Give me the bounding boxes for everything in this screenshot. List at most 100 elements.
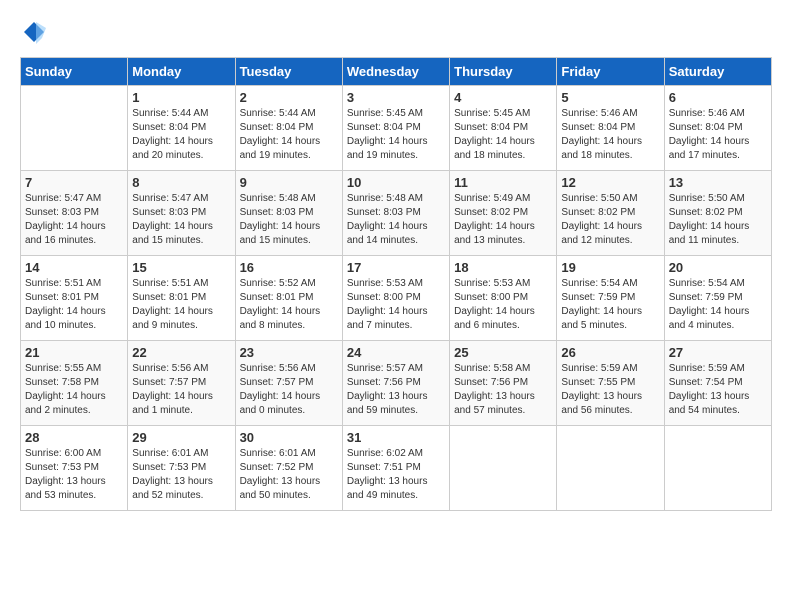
calendar-cell: 4Sunrise: 5:45 AM Sunset: 8:04 PM Daylig… <box>450 86 557 171</box>
day-number: 15 <box>132 260 230 275</box>
calendar-cell: 27 Sunrise: 5:59 AM Sunset: 7:54 PM Dayli… <box>664 341 771 426</box>
calendar-cell: 16 Sunrise: 5:52 AM Sunset: 8:01 PM Dayli… <box>235 256 342 341</box>
cell-content: Sunrise: 5:48 AM Sunset: 8:03 PM Dayligh… <box>240 192 338 248</box>
calendar-body: 1 Sunrise: 5:44 AM Sunset: 8:04 PM Daylig… <box>21 86 772 511</box>
day-number: 18 <box>454 260 552 275</box>
day-number: 26 <box>561 345 659 360</box>
calendar-cell: 20Sunrise: 5:54 AM Sunset: 7:59 PM Dayli… <box>664 256 771 341</box>
calendar-cell: 12 Sunrise: 5:50 AM Sunset: 8:02 PM Dayli… <box>557 171 664 256</box>
calendar-cell: 3 Sunrise: 5:45 AM Sunset: 8:04 PM Daylig… <box>342 86 449 171</box>
day-number: 3 <box>347 90 445 105</box>
calendar-cell: 23 Sunrise: 5:56 AM Sunset: 7:57 PM Dayli… <box>235 341 342 426</box>
calendar-cell: 8 Sunrise: 5:47 AM Sunset: 8:03 PM Daylig… <box>128 171 235 256</box>
day-number: 20 <box>669 260 767 275</box>
cell-content: Sunrise: 5:57 AM Sunset: 7:56 PM Dayligh… <box>347 362 445 418</box>
page-header <box>20 20 772 49</box>
cell-content: Sunrise: 5:47 AM Sunset: 8:03 PM Dayligh… <box>25 192 123 248</box>
week-row-2: 7 Sunrise: 5:47 AM Sunset: 8:03 PM Daylig… <box>21 171 772 256</box>
calendar-cell: 31 Sunrise: 6:02 AM Sunset: 7:51 PM Dayli… <box>342 426 449 511</box>
calendar-cell: 26 Sunrise: 5:59 AM Sunset: 7:55 PM Dayli… <box>557 341 664 426</box>
calendar-cell: 11 Sunrise: 5:49 AM Sunset: 8:02 PM Dayli… <box>450 171 557 256</box>
day-number: 1 <box>132 90 230 105</box>
day-number: 8 <box>132 175 230 190</box>
day-number: 14 <box>25 260 123 275</box>
calendar-cell: 28 Sunrise: 6:00 AM Sunset: 7:53 PM Dayli… <box>21 426 128 511</box>
cell-content: Sunrise: 5:45 AM Sunset: 8:04 PM Dayligh… <box>454 107 552 163</box>
calendar-cell: 1 Sunrise: 5:44 AM Sunset: 8:04 PM Daylig… <box>128 86 235 171</box>
cell-content: Sunrise: 5:48 AM Sunset: 8:03 PM Dayligh… <box>347 192 445 248</box>
day-number: 16 <box>240 260 338 275</box>
calendar-cell: 10 Sunrise: 5:48 AM Sunset: 8:03 PM Dayli… <box>342 171 449 256</box>
calendar-cell: 14 Sunrise: 5:51 AM Sunset: 8:01 PM Dayli… <box>21 256 128 341</box>
day-number: 11 <box>454 175 552 190</box>
cell-content: Sunrise: 5:52 AM Sunset: 8:01 PM Dayligh… <box>240 277 338 333</box>
calendar-cell: 19Sunrise: 5:54 AM Sunset: 7:59 PM Dayli… <box>557 256 664 341</box>
calendar-cell <box>21 86 128 171</box>
calendar-cell <box>664 426 771 511</box>
calendar-cell: 17Sunrise: 5:53 AM Sunset: 8:00 PM Dayli… <box>342 256 449 341</box>
day-header-saturday: Saturday <box>664 58 771 86</box>
cell-content: Sunrise: 5:45 AM Sunset: 8:04 PM Dayligh… <box>347 107 445 163</box>
cell-content: Sunrise: 5:59 AM Sunset: 7:54 PM Dayligh… <box>669 362 767 418</box>
day-header-monday: Monday <box>128 58 235 86</box>
day-number: 30 <box>240 430 338 445</box>
calendar-cell: 6Sunrise: 5:46 AM Sunset: 8:04 PM Daylig… <box>664 86 771 171</box>
cell-content: Sunrise: 5:51 AM Sunset: 8:01 PM Dayligh… <box>132 277 230 333</box>
calendar-cell: 15 Sunrise: 5:51 AM Sunset: 8:01 PM Dayli… <box>128 256 235 341</box>
day-number: 7 <box>25 175 123 190</box>
cell-content: Sunrise: 5:47 AM Sunset: 8:03 PM Dayligh… <box>132 192 230 248</box>
calendar-cell: 18 Sunrise: 5:53 AM Sunset: 8:00 PM Dayli… <box>450 256 557 341</box>
cell-content: Sunrise: 5:46 AM Sunset: 8:04 PM Dayligh… <box>561 107 659 163</box>
calendar-cell: 9Sunrise: 5:48 AM Sunset: 8:03 PM Daylig… <box>235 171 342 256</box>
cell-content: Sunrise: 5:58 AM Sunset: 7:56 PM Dayligh… <box>454 362 552 418</box>
day-number: 5 <box>561 90 659 105</box>
calendar-cell <box>557 426 664 511</box>
calendar-cell: 2 Sunrise: 5:44 AM Sunset: 8:04 PM Daylig… <box>235 86 342 171</box>
logo <box>20 20 46 49</box>
day-header-thursday: Thursday <box>450 58 557 86</box>
day-header-tuesday: Tuesday <box>235 58 342 86</box>
day-number: 13 <box>669 175 767 190</box>
cell-content: Sunrise: 5:51 AM Sunset: 8:01 PM Dayligh… <box>25 277 123 333</box>
logo-icon <box>22 20 46 44</box>
header-row: SundayMondayTuesdayWednesdayThursdayFrid… <box>21 58 772 86</box>
calendar-cell: 29Sunrise: 6:01 AM Sunset: 7:53 PM Dayli… <box>128 426 235 511</box>
day-number: 2 <box>240 90 338 105</box>
cell-content: Sunrise: 5:59 AM Sunset: 7:55 PM Dayligh… <box>561 362 659 418</box>
cell-content: Sunrise: 5:56 AM Sunset: 7:57 PM Dayligh… <box>132 362 230 418</box>
calendar-cell: 5 Sunrise: 5:46 AM Sunset: 8:04 PM Daylig… <box>557 86 664 171</box>
day-number: 12 <box>561 175 659 190</box>
day-number: 23 <box>240 345 338 360</box>
day-header-sunday: Sunday <box>21 58 128 86</box>
calendar-cell: 7 Sunrise: 5:47 AM Sunset: 8:03 PM Daylig… <box>21 171 128 256</box>
cell-content: Sunrise: 6:01 AM Sunset: 7:52 PM Dayligh… <box>240 447 338 503</box>
cell-content: Sunrise: 6:00 AM Sunset: 7:53 PM Dayligh… <box>25 447 123 503</box>
cell-content: Sunrise: 6:02 AM Sunset: 7:51 PM Dayligh… <box>347 447 445 503</box>
day-number: 10 <box>347 175 445 190</box>
cell-content: Sunrise: 5:44 AM Sunset: 8:04 PM Dayligh… <box>132 107 230 163</box>
day-number: 25 <box>454 345 552 360</box>
cell-content: Sunrise: 5:53 AM Sunset: 8:00 PM Dayligh… <box>347 277 445 333</box>
cell-content: Sunrise: 5:49 AM Sunset: 8:02 PM Dayligh… <box>454 192 552 248</box>
calendar-cell: 13 Sunrise: 5:50 AM Sunset: 8:02 PM Dayli… <box>664 171 771 256</box>
day-number: 22 <box>132 345 230 360</box>
calendar-cell: 25 Sunrise: 5:58 AM Sunset: 7:56 PM Dayli… <box>450 341 557 426</box>
calendar-cell <box>450 426 557 511</box>
day-number: 27 <box>669 345 767 360</box>
day-number: 28 <box>25 430 123 445</box>
day-number: 31 <box>347 430 445 445</box>
cell-content: Sunrise: 5:50 AM Sunset: 8:02 PM Dayligh… <box>561 192 659 248</box>
cell-content: Sunrise: 5:50 AM Sunset: 8:02 PM Dayligh… <box>669 192 767 248</box>
cell-content: Sunrise: 5:44 AM Sunset: 8:04 PM Dayligh… <box>240 107 338 163</box>
logo-text <box>20 20 46 49</box>
cell-content: Sunrise: 5:53 AM Sunset: 8:00 PM Dayligh… <box>454 277 552 333</box>
calendar-cell: 24Sunrise: 5:57 AM Sunset: 7:56 PM Dayli… <box>342 341 449 426</box>
cell-content: Sunrise: 5:56 AM Sunset: 7:57 PM Dayligh… <box>240 362 338 418</box>
week-row-1: 1 Sunrise: 5:44 AM Sunset: 8:04 PM Daylig… <box>21 86 772 171</box>
day-number: 19 <box>561 260 659 275</box>
day-number: 21 <box>25 345 123 360</box>
week-row-4: 21Sunrise: 5:55 AM Sunset: 7:58 PM Dayli… <box>21 341 772 426</box>
day-number: 6 <box>669 90 767 105</box>
calendar-cell: 22 Sunrise: 5:56 AM Sunset: 7:57 PM Dayli… <box>128 341 235 426</box>
week-row-3: 14 Sunrise: 5:51 AM Sunset: 8:01 PM Dayli… <box>21 256 772 341</box>
